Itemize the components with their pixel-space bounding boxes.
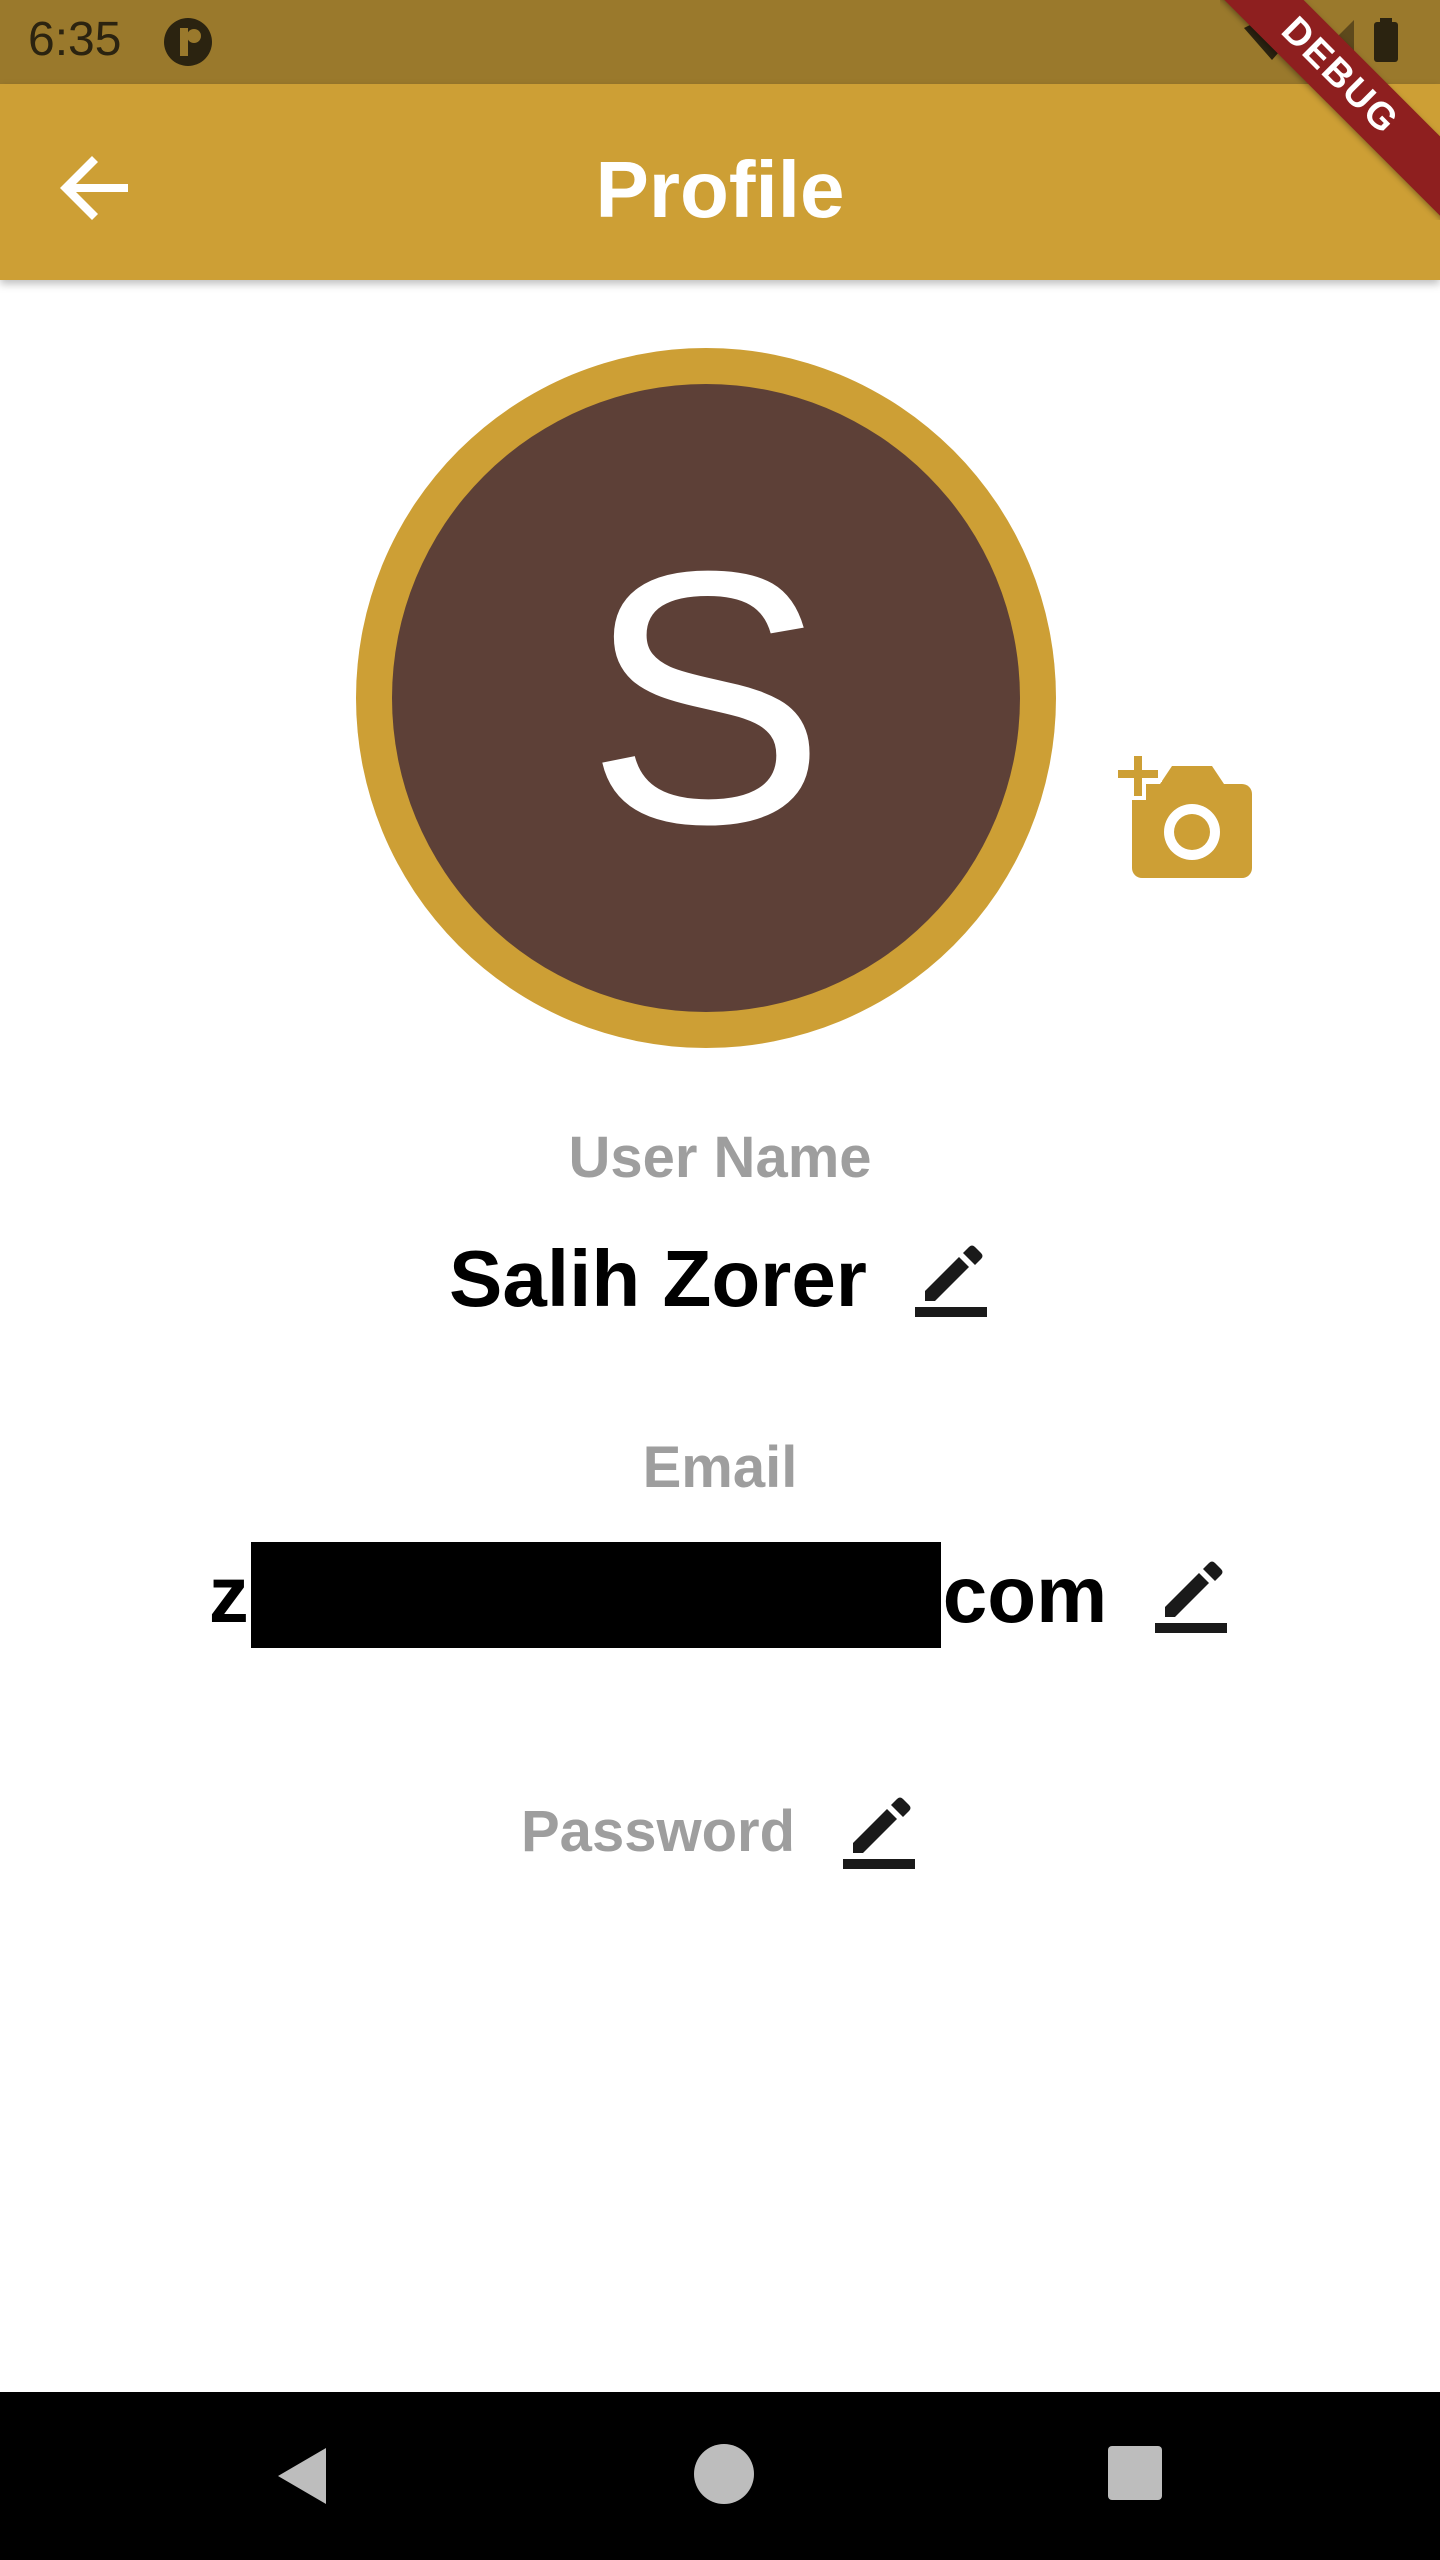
status-bar: 6:35 <box>0 0 1440 84</box>
email-redaction <box>250 1542 941 1648</box>
email-value: z com <box>208 1542 1108 1648</box>
password-label: Password <box>521 1798 795 1864</box>
pencil-edit-icon[interactable] <box>839 1791 919 1871</box>
username-value: Salih Zorer <box>449 1234 867 1323</box>
nav-back-icon[interactable] <box>270 2444 334 2508</box>
status-icons <box>1244 18 1398 62</box>
avatar[interactable]: S <box>356 348 1056 1048</box>
email-row: z com <box>0 1540 1440 1650</box>
status-time: 6:35 <box>28 13 122 66</box>
avatar-initial: S <box>585 497 827 899</box>
email-suffix: com <box>942 1550 1108 1639</box>
email-label: Email <box>642 1435 798 1500</box>
email-prefix: z <box>208 1550 249 1639</box>
wifi-icon <box>1244 20 1300 60</box>
battery-icon <box>1374 22 1398 62</box>
pencil-edit-icon[interactable] <box>911 1239 991 1319</box>
avatar-circle: S <box>392 384 1020 1012</box>
username-label: User Name <box>568 1125 872 1190</box>
system-nav-bar <box>0 2392 1440 2560</box>
password-row: Password <box>0 1776 1440 1886</box>
pencil-edit-icon[interactable] <box>1151 1555 1231 1635</box>
nav-recents-icon[interactable] <box>1108 2446 1162 2500</box>
nav-home-icon[interactable] <box>694 2444 754 2504</box>
username-row: Salih Zorer <box>0 1224 1440 1334</box>
app-notification-icon <box>164 18 212 66</box>
add-a-photo-icon[interactable] <box>1116 754 1256 880</box>
app-bar: Profile <box>0 84 1440 280</box>
page-title: Profile <box>595 145 845 234</box>
signal-icon <box>1314 20 1354 60</box>
